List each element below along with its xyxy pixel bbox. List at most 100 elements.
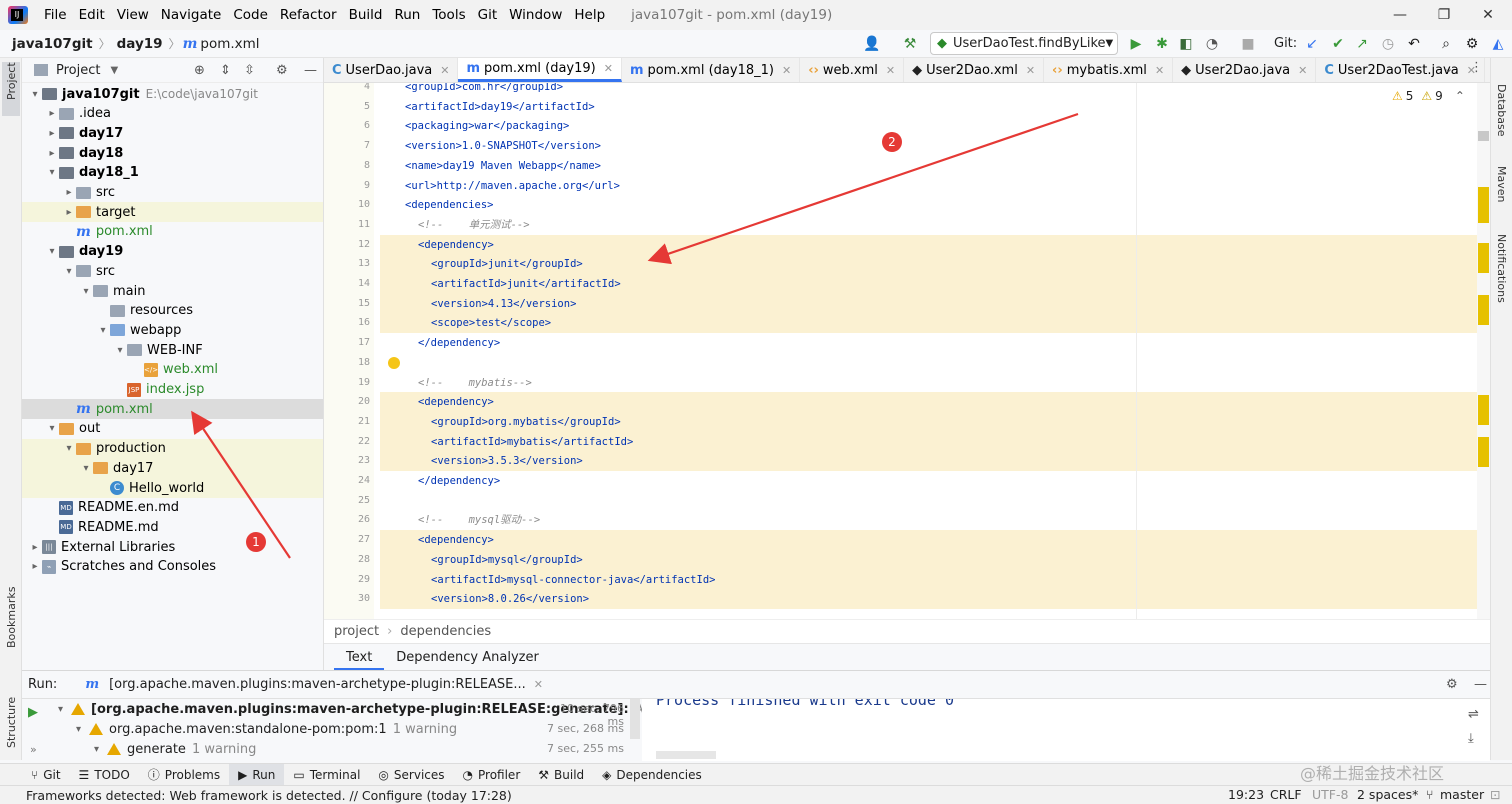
collapsed-arrow-icon[interactable]: ▸ <box>45 108 59 119</box>
code-line[interactable]: <version>1.0-SNAPSHOT</version> <box>380 136 1488 156</box>
code-line[interactable]: <!-- mybatis--> <box>380 373 1488 393</box>
collapsed-arrow-icon[interactable]: ▸ <box>45 128 59 139</box>
console-hscroll[interactable] <box>656 751 716 759</box>
code-line[interactable] <box>380 353 1488 373</box>
editor-tab[interactable]: ‹› mybatis.xml ✕ <box>1044 58 1174 82</box>
change-marker[interactable] <box>1478 243 1489 273</box>
git-rollback-icon[interactable]: ↶ <box>1404 34 1424 54</box>
expanded-arrow-icon[interactable]: ▾ <box>62 443 76 454</box>
git-update-icon[interactable]: ↙ <box>1302 34 1322 54</box>
tree-item[interactable]: ▸ day17 <box>22 123 323 143</box>
tree-item[interactable]: ▾ day18_1 <box>22 163 323 183</box>
code-line[interactable]: <groupId>com.hr</groupId> <box>380 83 1488 97</box>
expanded-arrow-icon[interactable]: ▾ <box>76 724 81 735</box>
run-configuration-select[interactable]: ◆ UserDaoTest.findByLike ▼ <box>930 32 1118 55</box>
tree-item[interactable]: ▾ day17 <box>22 458 323 479</box>
tab-dependency-analyzer[interactable]: Dependency Analyzer <box>384 644 551 671</box>
collapsed-arrow-icon[interactable]: ▸ <box>45 148 59 159</box>
tree-item[interactable]: m pom.xml <box>22 399 323 420</box>
tree-item[interactable]: ▾ day19 <box>22 242 323 262</box>
tree-item[interactable]: ▾ src <box>22 261 323 281</box>
expanded-arrow-icon[interactable]: ▾ <box>79 286 93 297</box>
tool-tab-dependencies[interactable]: ◈ Dependencies <box>593 764 711 786</box>
run-tree-item[interactable]: ▾ generate 1 warning <box>94 739 256 759</box>
close-button[interactable]: ✕ <box>1466 0 1510 30</box>
code-line[interactable]: <dependencies> <box>380 195 1488 215</box>
intention-bulb-icon[interactable] <box>388 357 400 369</box>
menu-edit[interactable]: Edit <box>73 0 111 30</box>
tree-item[interactable]: JSP index.jsp <box>22 380 323 400</box>
close-tab-icon[interactable]: ✕ <box>534 678 543 691</box>
run-tree-scrollbar[interactable] <box>630 699 640 739</box>
profile-icon[interactable]: ◔ <box>1202 34 1222 54</box>
collapsed-arrow-icon[interactable]: ▸ <box>28 561 42 572</box>
expanded-arrow-icon[interactable]: ▾ <box>28 89 42 100</box>
code-line[interactable]: <dependency> <box>380 530 1488 551</box>
tool-tab-todo[interactable]: ☰ TODO <box>70 764 139 786</box>
tree-item[interactable]: MD README.en.md <box>22 498 323 518</box>
structure-stripe-label[interactable]: Structure <box>5 697 18 748</box>
tab-text[interactable]: Text <box>334 644 385 671</box>
gear-icon[interactable]: ⚙ <box>276 63 288 78</box>
tool-tab-terminal[interactable]: ▭ Terminal <box>284 764 369 786</box>
tree-item[interactable]: ▸ target <box>22 202 323 223</box>
tree-item[interactable]: ▸ src <box>22 183 323 203</box>
close-tab-icon[interactable]: ✕ <box>1155 64 1164 77</box>
tree-item[interactable]: MD README.md <box>22 517 323 537</box>
run-icon[interactable]: ▶ <box>1126 34 1146 54</box>
tool-tab-git[interactable]: ⑂ Git <box>22 764 70 786</box>
code-line[interactable]: <!-- mysql驱动--> <box>380 510 1488 530</box>
code-line[interactable]: <!-- 单元测试--> <box>380 215 1488 235</box>
menu-build[interactable]: Build <box>343 0 389 30</box>
coverage-icon[interactable]: ◧ <box>1176 34 1196 54</box>
code-line[interactable]: <groupId>org.mybatis</groupId> <box>380 411 1488 432</box>
collapse-all-icon[interactable]: ⇳ <box>244 63 255 78</box>
editor-crumb[interactable]: project <box>334 624 379 639</box>
run-console[interactable]: Process finished with exit code 0 <box>642 699 1490 761</box>
notifications-stripe-label[interactable]: Notifications <box>1495 234 1508 303</box>
menu-navigate[interactable]: Navigate <box>155 0 228 30</box>
tree-item[interactable]: ▸ ||| External Libraries <box>22 537 323 557</box>
expanded-arrow-icon[interactable]: ▾ <box>45 423 59 434</box>
code-line[interactable]: <groupId>mysql</groupId> <box>380 549 1488 570</box>
maximize-button[interactable]: ❐ <box>1422 0 1466 30</box>
menu-file[interactable]: File <box>38 0 73 30</box>
code-line[interactable]: <artifactId>day19</artifactId> <box>380 97 1488 117</box>
tree-item[interactable]: ▸ day18 <box>22 143 323 163</box>
git-push-icon[interactable]: ↗ <box>1352 34 1372 54</box>
settings-gear-icon[interactable]: ⚙ <box>1462 34 1482 54</box>
plugin-icon[interactable]: ◭ <box>1488 34 1508 54</box>
debug-icon[interactable]: ✱ <box>1152 34 1172 54</box>
editor-tab[interactable]: m pom.xml (day18_1) ✕ <box>622 58 801 82</box>
code-line[interactable]: </dependency> <box>380 333 1488 353</box>
tree-item[interactable]: ▾ java107git E:\code\java107git <box>22 84 323 104</box>
menu-run[interactable]: Run <box>388 0 426 30</box>
tree-item[interactable]: ▾ main <box>22 281 323 301</box>
tree-item[interactable]: </> web.xml <box>22 360 323 380</box>
code-line[interactable]: </dependency> <box>380 471 1488 491</box>
bookmarks-stripe-label[interactable]: Bookmarks <box>5 587 18 648</box>
tree-item[interactable]: ▾ production <box>22 438 323 459</box>
scroll-to-end-icon[interactable]: ⤓ <box>1468 731 1474 746</box>
tree-item[interactable]: C Hello_world <box>22 478 323 498</box>
expanded-arrow-icon[interactable]: ▾ <box>58 704 63 715</box>
close-tab-icon[interactable]: ✕ <box>604 62 613 75</box>
tree-item[interactable]: m pom.xml <box>22 222 323 242</box>
editor-tab[interactable]: CCate <box>1485 58 1490 82</box>
tree-item[interactable]: ▾ out <box>22 419 323 439</box>
breadcrumb-project[interactable]: java107git <box>8 36 97 52</box>
editor-tab[interactable]: ‹› web.xml ✕ <box>800 58 905 82</box>
line-separator[interactable]: CRLF <box>1270 787 1302 802</box>
project-view-select[interactable]: Project <box>56 63 100 78</box>
expanded-arrow-icon[interactable]: ▾ <box>79 463 93 474</box>
menu-refactor[interactable]: Refactor <box>274 0 343 30</box>
change-marker[interactable] <box>1478 437 1489 467</box>
maven-stripe-label[interactable]: Maven <box>1495 166 1508 202</box>
menu-code[interactable]: Code <box>227 0 274 30</box>
change-marker[interactable] <box>1478 295 1489 325</box>
code-editor[interactable]: 4 5 6 7 8 9 10 11 12 13 14 15 16 17 18 19 20 21 22 23 24 25 26… <box>324 83 1490 619</box>
git-branch[interactable]: master <box>1440 787 1484 802</box>
menu-view[interactable]: View <box>111 0 155 30</box>
tree-item[interactable]: resources <box>22 301 323 321</box>
previous-highlight-icon[interactable]: ⌃ <box>1455 89 1465 103</box>
